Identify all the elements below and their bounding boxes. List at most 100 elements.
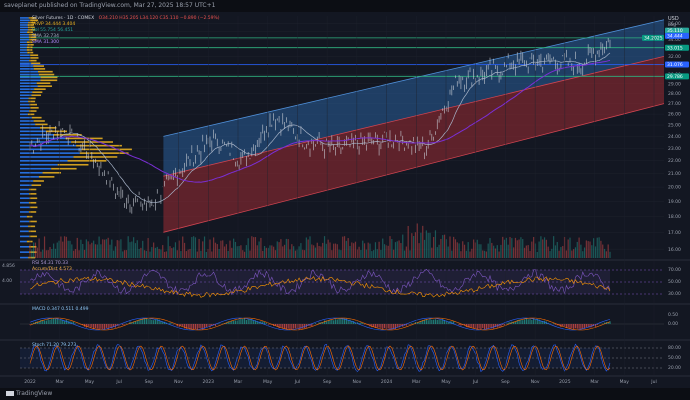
volume-bar (531, 242, 532, 258)
volume-bar (226, 244, 227, 258)
volume-bar (320, 247, 321, 258)
volume-bar (542, 239, 543, 258)
macd-hist-bar (198, 324, 199, 328)
volume-bar (222, 240, 223, 258)
volume-bar (278, 242, 279, 258)
volume-bar (391, 239, 392, 258)
volume-bar (220, 241, 221, 258)
volume-bar (526, 246, 527, 258)
footer-bar: TradingView (0, 388, 690, 400)
volume-bar (68, 241, 69, 258)
price-tick-label: 16.00 (668, 247, 681, 253)
price-tick-label: 27.00 (668, 101, 681, 107)
volume-bar (108, 238, 109, 258)
volume-bar (337, 244, 338, 258)
volume-bar (64, 236, 65, 258)
macd-hist-bar (526, 318, 527, 324)
macd-hist-bar (360, 323, 361, 324)
volume-bar (331, 250, 332, 258)
vrvp-bar-down (20, 120, 34, 122)
volume-bar (277, 241, 278, 258)
volume-bar (328, 240, 329, 258)
macd-hist-bar (242, 319, 243, 324)
volume-bar (344, 236, 345, 258)
macd-hist-bar (580, 324, 581, 329)
tv-mark-icon (6, 391, 14, 396)
vrvp-bar-down (20, 39, 29, 41)
rsi-left-top: 4.856 (2, 263, 15, 269)
volume-bar (253, 237, 254, 258)
volume-bar (229, 241, 230, 258)
main-chart-svg[interactable]: 36.0035.0034.0033.0032.0031.0030.0029.00… (0, 12, 690, 388)
volume-bar (589, 242, 590, 258)
vrvp-bar-up (29, 221, 37, 223)
volume-bar (353, 243, 354, 258)
vrvp-bar-down (20, 221, 29, 223)
volume-bar (482, 250, 483, 258)
volume-bar (224, 246, 225, 258)
volume-bar (189, 249, 190, 258)
macd-hist-bar (104, 324, 105, 330)
volume-bar (435, 230, 436, 258)
tradingview-logo[interactable]: TradingView (6, 388, 52, 400)
vrvp-bar-down (20, 24, 28, 26)
vrvp-bar-down (20, 41, 27, 43)
price-tick-label: 21.00 (668, 171, 681, 177)
vrvp-bar-down (20, 52, 27, 54)
time-tick-label: May (620, 379, 630, 385)
volume-bar (35, 243, 36, 258)
volume-bar (406, 247, 407, 258)
volume-bar (468, 242, 469, 258)
volume-bar (609, 252, 610, 258)
volume-bar (426, 230, 427, 258)
time-tick-label: Sep (501, 379, 510, 385)
volume-bar (146, 251, 147, 258)
vrvp-bar-up (30, 57, 38, 59)
vrvp-bar-up (28, 101, 35, 103)
publish-header: saveplanet published on TradingView.com,… (0, 0, 690, 12)
price-tick-label: 29.00 (668, 81, 681, 87)
volume-bar (398, 240, 399, 258)
volume-bar (362, 241, 363, 258)
vrvp-bar-up (30, 107, 38, 109)
macd-hist-bar (46, 321, 47, 324)
volume-bar (100, 244, 101, 258)
volume-bar (513, 247, 514, 258)
volume-bar (404, 251, 405, 258)
macd-hist-bar (106, 324, 107, 328)
macd-hist-bar (264, 322, 265, 324)
volume-bar (329, 242, 330, 258)
macd-tick-label: 0.00 (668, 321, 678, 327)
macd-hist-bar (233, 321, 234, 324)
volume-bar (77, 238, 78, 258)
volume-bar (288, 239, 289, 258)
volume-bar (91, 243, 92, 258)
vrvp-bar-up (38, 85, 52, 87)
price-badge-label: 31.076 (667, 62, 683, 68)
time-tick-label: Nov (174, 379, 183, 385)
volume-bar (593, 238, 594, 258)
volume-bar (484, 251, 485, 258)
volume-bar (49, 247, 50, 258)
volume-bar (417, 223, 418, 258)
volume-bar (197, 252, 198, 258)
volume-bar (280, 239, 281, 258)
macd-hist-bar (142, 319, 143, 324)
macd-hist-bar (411, 323, 412, 324)
volume-bar (251, 236, 252, 258)
volume-bar (335, 244, 336, 258)
volume-bar (215, 243, 216, 258)
volume-bar (558, 251, 559, 258)
macd-hist-bar (435, 319, 436, 324)
macd-hist-bar (280, 324, 281, 327)
macd-hist-bar (555, 324, 556, 325)
volume-bar (164, 252, 165, 258)
chart-area[interactable]: 36.0035.0034.0033.0032.0031.0030.0029.00… (0, 12, 690, 388)
volume-bar (509, 237, 510, 258)
vrvp-bar-up (40, 79, 57, 81)
vrvp-bar-up (41, 77, 58, 79)
vrvp-bar-down (20, 246, 29, 248)
vrvp-bar-down (20, 176, 39, 178)
volume-bar (171, 248, 172, 258)
volume-bar (109, 245, 110, 258)
